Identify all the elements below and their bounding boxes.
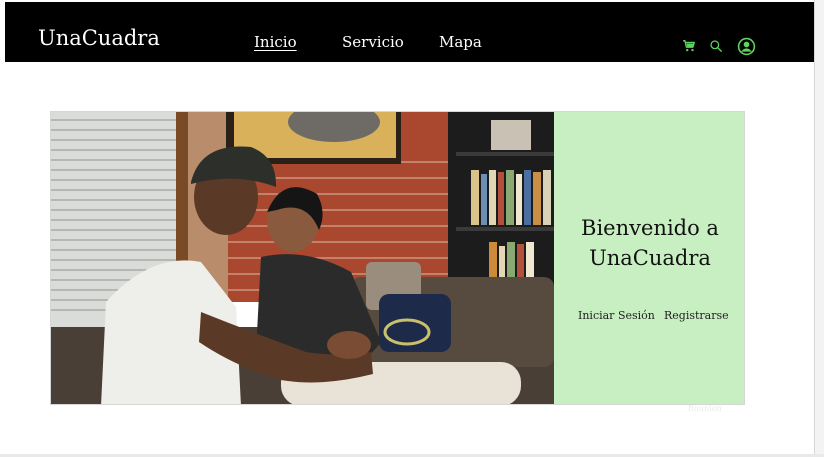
register-link[interactable]: Registrarse <box>664 309 729 322</box>
login-link[interactable]: Iniciar Sesión <box>578 309 655 322</box>
cart-icon[interactable] <box>681 36 697 56</box>
hero-banner: Bienvenido a UnaCuadra Iniciar Sesión Re… <box>50 111 745 405</box>
couple-on-sofa-photo <box>51 112 554 404</box>
window-right-edge <box>814 0 824 457</box>
welcome-heading-line1: Bienvenido a <box>581 216 719 240</box>
welcome-panel: Bienvenido a UnaCuadra Iniciar Sesión Re… <box>554 112 744 404</box>
welcome-heading-line2: UnaCuadra <box>589 246 711 270</box>
user-icon[interactable] <box>736 36 756 56</box>
nav-link-mapa[interactable]: Mapa <box>439 33 482 51</box>
search-icon[interactable] <box>708 36 724 56</box>
nav-link-inicio[interactable]: Inicio <box>254 33 297 51</box>
top-navbar: UnaCuadra Inicio Servicio Mapa <box>5 2 814 62</box>
welcome-heading: Bienvenido a UnaCuadra <box>554 213 744 273</box>
faint-caption: Rounion <box>688 404 722 413</box>
nav-link-servicio[interactable]: Servicio <box>342 33 404 51</box>
brand-logo[interactable]: UnaCuadra <box>38 26 160 50</box>
